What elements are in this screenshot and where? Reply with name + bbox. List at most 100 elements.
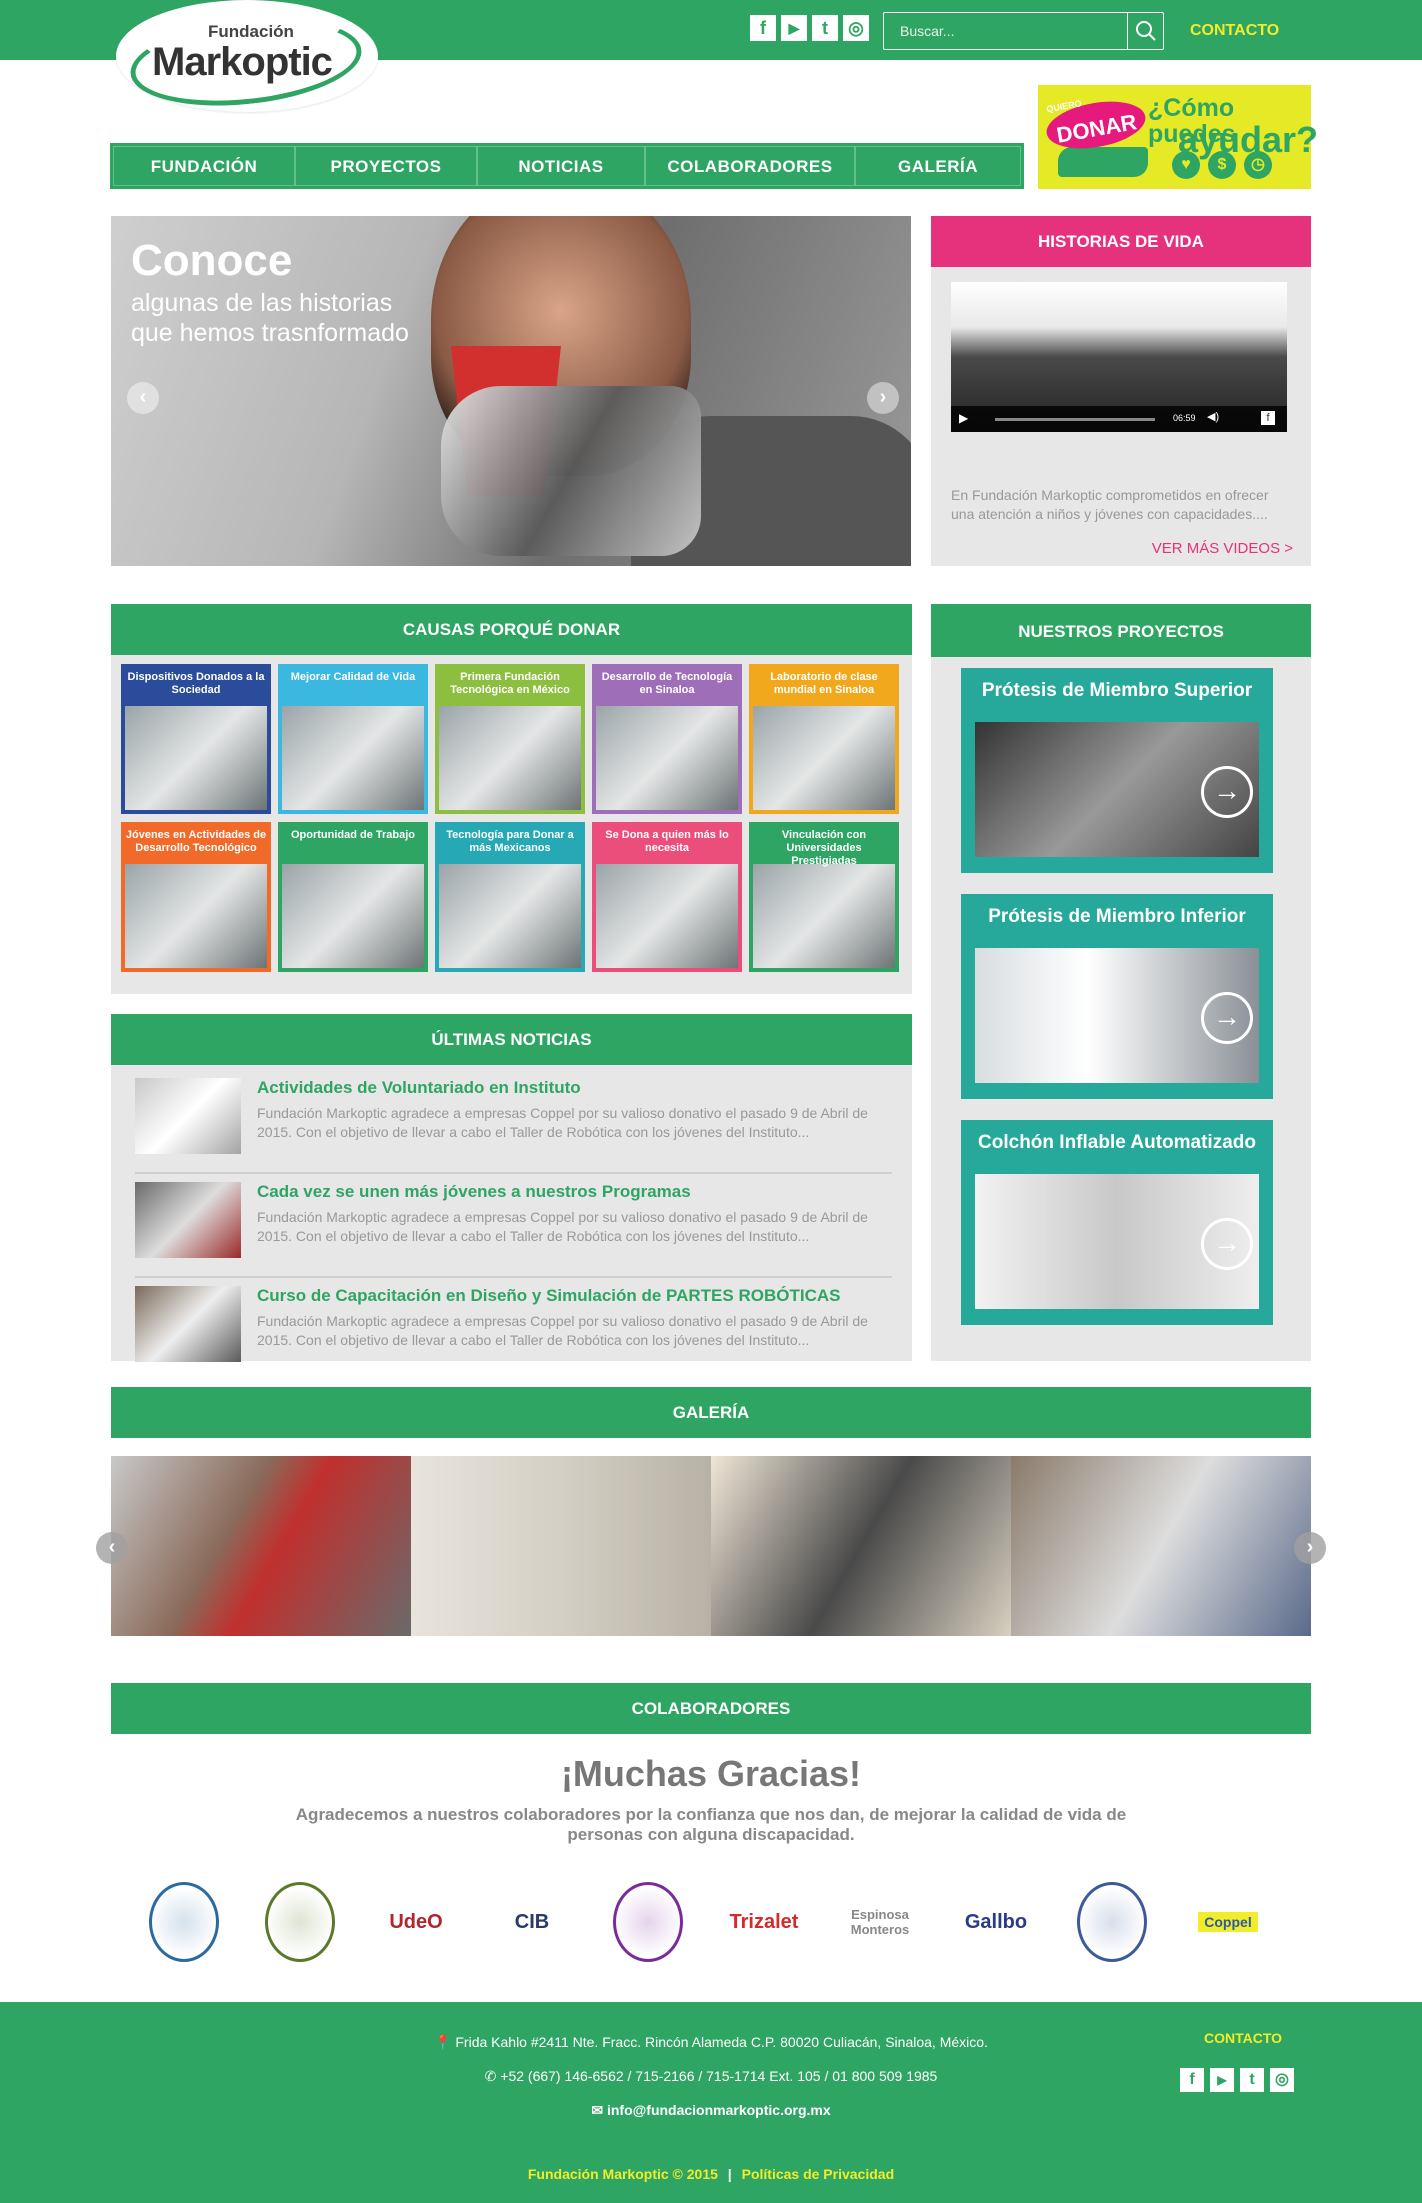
nav-proyectos[interactable]: PROYECTOS (295, 146, 477, 186)
footer-email[interactable]: ✉ info@fundacionmarkoptic.org.mx (0, 2102, 1422, 2119)
gallery-strip (111, 1456, 1311, 1636)
youtube-icon[interactable]: ▶ (781, 15, 807, 41)
news-title[interactable]: Curso de Capacitación en Diseño y Simula… (257, 1286, 840, 1306)
collaborator-logo[interactable]: Coppel (1180, 1870, 1276, 1974)
nav-noticias[interactable]: NOTICIAS (477, 146, 645, 186)
search-input[interactable] (884, 13, 1128, 49)
news-item[interactable]: Actividades de Voluntariado en Instituto… (135, 1078, 892, 1174)
arrow-right-icon[interactable]: → (1201, 1218, 1253, 1270)
collaborator-logo[interactable] (600, 1870, 696, 1974)
collaborator-logo-text: Gallbo (964, 1910, 1028, 1933)
gallery-image[interactable] (411, 1456, 711, 1636)
causa-tile[interactable]: Jóvenes en Actividades de Desarrollo Tec… (121, 822, 271, 972)
historias-panel: HISTORIAS DE VIDA ▶ 06:59 ◀) f En Fundac… (931, 216, 1311, 566)
historias-title: HISTORIAS DE VIDA (931, 216, 1311, 267)
footer-youtube-icon[interactable]: ▶ (1210, 2068, 1234, 2092)
gallery-image[interactable] (111, 1456, 411, 1636)
colaboradores-title: COLABORADORES (111, 1683, 1311, 1734)
nav-colaboradores[interactable]: COLABORADORES (645, 146, 855, 186)
causa-tile-label: Mejorar Calidad de Vida (282, 668, 424, 706)
gallery-image[interactable] (1011, 1456, 1311, 1636)
causa-tile-label: Jóvenes en Actividades de Desarrollo Tec… (125, 826, 267, 864)
arrow-right-icon[interactable]: → (1201, 766, 1253, 818)
collaborator-logo-text: Coppel (1198, 1912, 1258, 1932)
causa-tile-image (753, 864, 895, 968)
play-icon[interactable]: ▶ (959, 411, 968, 425)
collaborator-logo[interactable]: UdeO (368, 1870, 464, 1974)
causa-tile[interactable]: Se Dona a quien más lo necesita (592, 822, 742, 972)
causa-tile-image (753, 706, 895, 810)
hands-graphic (1058, 147, 1148, 177)
footer-copyright: Fundación Markoptic © 2015 | Políticas d… (527, 2166, 895, 2182)
search-button[interactable] (1127, 13, 1163, 49)
causa-tile[interactable]: Oportunidad de Trabajo (278, 822, 428, 972)
collaborator-logo[interactable] (1064, 1870, 1160, 1974)
collaborator-logo[interactable]: Gallbo (948, 1870, 1044, 1974)
gallery-next-arrow[interactable]: › (1294, 1532, 1326, 1564)
heart-icon: ♥ (1172, 151, 1200, 179)
nav-fundacion[interactable]: FUNDACIÓN (113, 146, 295, 186)
footer-facebook-icon[interactable]: f (1180, 2068, 1204, 2092)
privacy-link[interactable]: Políticas de Privacidad (742, 2166, 895, 2182)
gallery-prev-arrow[interactable]: ‹ (96, 1532, 128, 1564)
collaborator-logo-text: Trizalet (729, 1910, 799, 1933)
causa-tile-label: Tecnología para Donar a más Mexicanos (439, 826, 581, 864)
dollar-icon: $ (1208, 151, 1236, 179)
donate-banner[interactable]: QUIERO DONAR ¿Cómo puedes ayudar? ♥ $ ◷ (1038, 85, 1318, 189)
causa-tile[interactable]: Laboratorio de clase mundial en Sinaloa (749, 664, 899, 814)
nav-galeria[interactable]: GALERÍA (855, 146, 1021, 186)
causa-tile-image (596, 864, 738, 968)
news-item[interactable]: Cada vez se unen más jóvenes a nuestros … (135, 1182, 892, 1278)
contact-link[interactable]: CONTACTO (1190, 22, 1279, 40)
mail-icon: ✉ (591, 2102, 604, 2118)
collaborator-logo[interactable]: Trizalet (716, 1870, 812, 1974)
proyecto-card[interactable]: Colchón Inflable Automatizado → (961, 1120, 1273, 1325)
footer-contact-link[interactable]: CONTACTO (1204, 2030, 1282, 2046)
instagram-icon[interactable]: ◎ (843, 15, 869, 41)
seal-icon (613, 1882, 683, 1962)
causa-tile-label: Primera Fundación Tecnológica en México (439, 668, 581, 706)
collaborator-logo[interactable] (252, 1870, 348, 1974)
facebook-icon[interactable]: f (750, 15, 776, 41)
arrow-right-icon[interactable]: → (1201, 992, 1253, 1044)
causa-tile[interactable]: Dispositivos Donados a la Sociedad (121, 664, 271, 814)
causa-tile-label: Dispositivos Donados a la Sociedad (125, 668, 267, 706)
collaborator-logo-text: Espinosa Monteros (850, 1907, 910, 1937)
volume-icon[interactable]: ◀) (1207, 410, 1219, 423)
footer-instagram-icon[interactable]: ◎ (1270, 2068, 1294, 2092)
collaborator-logo[interactable]: Espinosa Monteros (832, 1870, 928, 1974)
location-icon: 📍 (434, 2034, 452, 2050)
collaborator-logo[interactable] (136, 1870, 232, 1974)
news-title[interactable]: Cada vez se unen más jóvenes a nuestros … (257, 1182, 691, 1202)
search-box (883, 12, 1164, 50)
causa-tile[interactable]: Primera Fundación Tecnológica en México (435, 664, 585, 814)
noticias-title: ÚLTIMAS NOTICIAS (111, 1014, 912, 1065)
causa-tile[interactable]: Vinculación con Universidades Prestigiad… (749, 822, 899, 972)
video-time: 06:59 (1173, 413, 1196, 423)
facebook-share-icon[interactable]: f (1261, 411, 1275, 425)
causa-tile[interactable]: Mejorar Calidad de Vida (278, 664, 428, 814)
collaborator-logo[interactable]: CIB (484, 1870, 580, 1974)
news-title[interactable]: Actividades de Voluntariado en Instituto (257, 1078, 581, 1098)
causa-tile[interactable]: Desarrollo de Tecnología en Sinaloa (592, 664, 742, 814)
proyecto-card[interactable]: Prótesis de Miembro Inferior → (961, 894, 1273, 1099)
news-desc: Fundación Markoptic agradece a empresas … (257, 1313, 868, 1348)
footer-twitter-icon[interactable]: t (1240, 2068, 1264, 2092)
causa-tile-label: Vinculación con Universidades Prestigiad… (753, 826, 895, 867)
news-desc: Fundación Markoptic agradece a empresas … (257, 1209, 868, 1244)
copyright-text: Fundación Markoptic © 2015 (527, 2166, 718, 2182)
video-controls: ▶ 06:59 ◀) f (951, 406, 1287, 432)
hero-prev-arrow[interactable]: ‹ (127, 382, 159, 414)
proyecto-title: Colchón Inflable Automatizado (978, 1132, 1256, 1153)
proyecto-title: Prótesis de Miembro Superior (981, 680, 1253, 701)
hero-next-arrow[interactable]: › (867, 382, 899, 414)
twitter-icon[interactable]: t (812, 15, 838, 41)
gallery-image[interactable] (711, 1456, 1011, 1636)
ver-mas-videos-link[interactable]: VER MÁS VIDEOS > (1152, 540, 1293, 557)
news-item[interactable]: Curso de Capacitación en Diseño y Simula… (135, 1286, 892, 1382)
video-player[interactable]: ▶ 06:59 ◀) f (951, 282, 1287, 432)
proyecto-card[interactable]: Prótesis de Miembro Superior → (961, 668, 1273, 873)
fundacion-markoptic-logo[interactable]: Fundación Markoptic (116, 0, 378, 116)
causa-tile[interactable]: Tecnología para Donar a más Mexicanos (435, 822, 585, 972)
causa-tile-image (282, 864, 424, 968)
